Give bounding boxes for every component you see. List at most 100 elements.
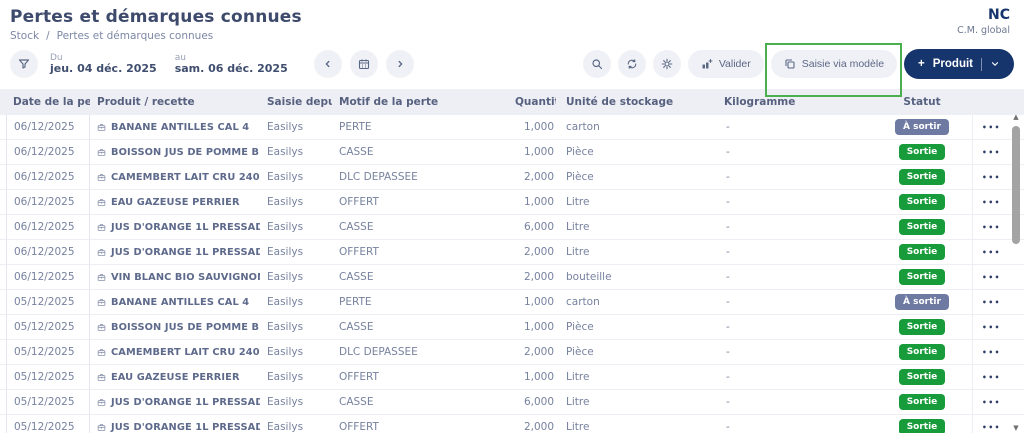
breadcrumb-current: Pertes et démarques connues [57, 30, 214, 42]
cell-kg: - [712, 165, 872, 189]
calendar-icon [358, 58, 370, 70]
sync-button[interactable] [618, 50, 646, 78]
cell-source: Easilys [260, 215, 332, 239]
table-row[interactable]: 05/12/2025 EAU GAZEUSE PERRIER Easilys O… [0, 365, 1024, 390]
table-row[interactable]: 05/12/2025 JUS D'ORANGE 1L PRESSADE Easi… [0, 415, 1024, 433]
chevron-right-icon [395, 59, 405, 69]
row-actions-button[interactable]: ••• [972, 140, 1010, 164]
add-produit-button[interactable]: + Produit [904, 49, 1014, 79]
plus-icon: + [918, 58, 925, 70]
calendar-button[interactable] [350, 50, 378, 78]
product-name: JUS D'ORANGE 1L PRESSADE [111, 397, 260, 408]
cell-qty: 2,000 [508, 340, 556, 364]
row-actions-button[interactable]: ••• [972, 265, 1010, 289]
table-row[interactable]: 06/12/2025 BOISSON JUS DE POMME BIO Easi… [0, 140, 1024, 165]
status-badge: Sortie [899, 419, 946, 433]
title-block: Pertes et démarques connues Stock / Pert… [10, 7, 302, 42]
cell-status: Sortie [872, 240, 972, 264]
cell-product: BOISSON JUS DE POMME BIO [90, 315, 260, 339]
table-row[interactable]: 06/12/2025 JUS D'ORANGE 1L PRESSADE Easi… [0, 215, 1024, 240]
account-org-name: C.M. global [957, 25, 1010, 37]
row-actions-button[interactable]: ••• [972, 415, 1010, 433]
cell-source: Easilys [260, 240, 332, 264]
template-copy-icon [784, 58, 796, 70]
saisie-via-modele-button[interactable]: Saisie via modèle [771, 50, 897, 78]
status-badge: À sortir [895, 119, 949, 135]
product-name: JUS D'ORANGE 1L PRESSADE [111, 222, 260, 233]
row-actions-button[interactable]: ••• [972, 215, 1010, 239]
ellipsis-icon: ••• [982, 298, 1001, 307]
table-row[interactable]: 06/12/2025 CAMEMBERT LAIT CRU 240G PC Ea… [0, 165, 1024, 190]
cell-unit: Pièce [556, 315, 712, 339]
next-period-button[interactable] [386, 50, 414, 78]
breadcrumb-stock[interactable]: Stock [10, 30, 39, 42]
table-row[interactable]: 06/12/2025 EAU GAZEUSE PERRIER Easilys O… [0, 190, 1024, 215]
cell-date: 06/12/2025 [6, 265, 90, 289]
cell-date: 05/12/2025 [6, 290, 90, 314]
cell-product: JUS D'ORANGE 1L PRESSADE [90, 240, 260, 264]
cell-product: CAMEMBERT LAIT CRU 240G PC [90, 340, 260, 364]
cell-kg: - [712, 215, 872, 239]
ellipsis-icon: ••• [982, 123, 1001, 132]
cell-kg: - [712, 240, 872, 264]
date-nav-buttons [314, 50, 414, 78]
cell-qty: 1,000 [508, 290, 556, 314]
table-row[interactable]: 05/12/2025 BOISSON JUS DE POMME BIO Easi… [0, 315, 1024, 340]
product-name: EAU GAZEUSE PERRIER [111, 197, 240, 208]
row-actions-button[interactable]: ••• [972, 165, 1010, 189]
cell-unit: Litre [556, 390, 712, 414]
cell-qty: 6,000 [508, 215, 556, 239]
cell-reason: CASSE [332, 140, 508, 164]
saisie-via-modele-wrap: Saisie via modèle [771, 50, 897, 78]
cell-reason: CASSE [332, 265, 508, 289]
table-row[interactable]: 05/12/2025 BANANE ANTILLES CAL 4 Easilys… [0, 290, 1024, 315]
status-badge: Sortie [899, 144, 946, 160]
cell-status: Sortie [872, 265, 972, 289]
cell-kg: - [712, 190, 872, 214]
scrollbar-thumb[interactable] [1012, 126, 1020, 244]
row-actions-button[interactable]: ••• [972, 390, 1010, 414]
cell-unit: Pièce [556, 340, 712, 364]
cell-qty: 1,000 [508, 140, 556, 164]
row-actions-button[interactable]: ••• [972, 240, 1010, 264]
cell-date: 06/12/2025 [6, 215, 90, 239]
cell-product: JUS D'ORANGE 1L PRESSADE [90, 215, 260, 239]
account-block[interactable]: NC C.M. global [957, 7, 1010, 36]
ellipsis-icon: ••• [982, 273, 1001, 282]
row-actions-button[interactable]: ••• [972, 340, 1010, 364]
table-row[interactable]: 05/12/2025 CAMEMBERT LAIT CRU 240G PC Ea… [0, 340, 1024, 365]
table-row[interactable]: 05/12/2025 JUS D'ORANGE 1L PRESSADE Easi… [0, 390, 1024, 415]
vertical-scrollbar: ▲ ▼ [1010, 112, 1022, 433]
table-row[interactable]: 06/12/2025 JUS D'ORANGE 1L PRESSADE Easi… [0, 240, 1024, 265]
date-to-field[interactable]: au sam. 06 déc. 2025 [175, 53, 288, 76]
status-badge: Sortie [899, 194, 946, 210]
cell-status: Sortie [872, 315, 972, 339]
search-button[interactable] [583, 50, 611, 78]
cell-source: Easilys [260, 315, 332, 339]
cell-unit: Litre [556, 415, 712, 433]
prev-period-button[interactable] [314, 50, 342, 78]
cell-date: 05/12/2025 [6, 415, 90, 433]
row-actions-button[interactable]: ••• [972, 365, 1010, 389]
row-actions-button[interactable]: ••• [972, 315, 1010, 339]
filter-button[interactable] [10, 50, 38, 78]
table-row[interactable]: 06/12/2025 BANANE ANTILLES CAL 4 Easilys… [0, 115, 1024, 140]
page-title: Pertes et démarques connues [10, 7, 302, 27]
cell-date: 05/12/2025 [6, 340, 90, 364]
row-actions-button[interactable]: ••• [972, 190, 1010, 214]
scroll-up-arrow-icon[interactable]: ▲ [1010, 112, 1022, 122]
button-divider [981, 58, 982, 71]
cell-kg: - [712, 290, 872, 314]
ellipsis-icon: ••• [982, 348, 1001, 357]
package-icon [97, 373, 106, 382]
scroll-down-arrow-icon[interactable]: ▼ [1010, 423, 1022, 433]
date-from-field[interactable]: Du jeu. 04 déc. 2025 [50, 53, 157, 76]
valider-button[interactable]: Valider [688, 50, 764, 78]
table-row[interactable]: 06/12/2025 VIN BLANC BIO SAUVIGNON Easil… [0, 265, 1024, 290]
row-actions-button[interactable]: ••• [972, 115, 1010, 139]
product-name: BANANE ANTILLES CAL 4 [111, 122, 249, 133]
cell-reason: DLC DEPASSEE [332, 340, 508, 364]
settings-button[interactable] [653, 50, 681, 78]
row-actions-button[interactable]: ••• [972, 290, 1010, 314]
package-icon [97, 323, 106, 332]
